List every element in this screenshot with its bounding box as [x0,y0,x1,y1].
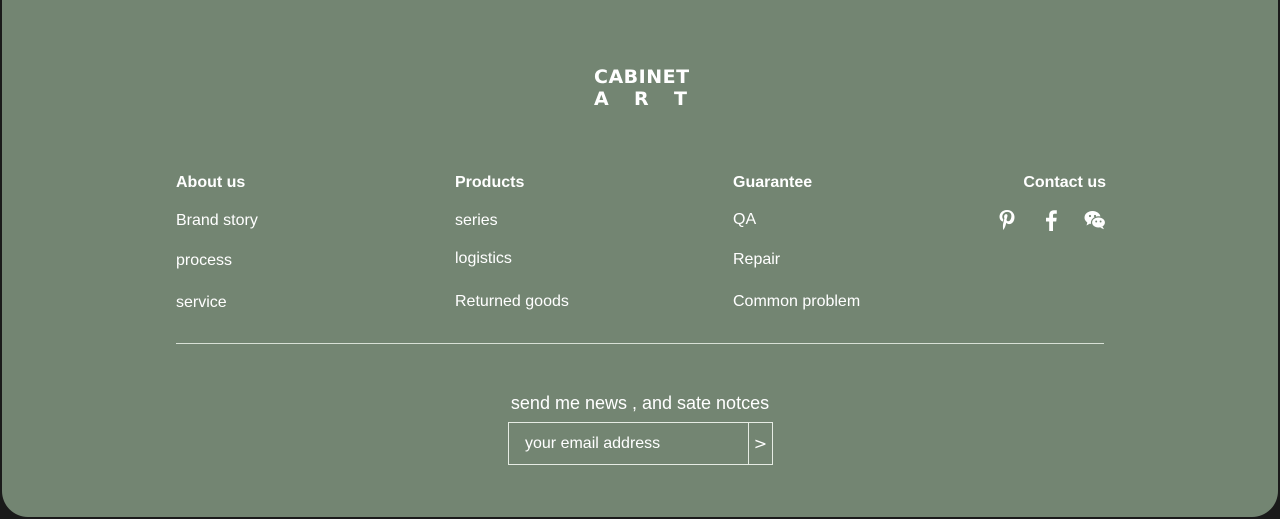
cabinet-art-logo[interactable]: CABINET A R T [594,66,690,110]
link-service[interactable]: service [176,293,227,313]
pinterest-icon[interactable] [996,209,1018,231]
footer-divider [176,343,1104,344]
column-title-contact: Contact us [1023,174,1106,191]
link-returned-goods[interactable]: Returned goods [455,292,569,312]
logo-letter: T [674,88,687,110]
footer-column-contact: Contact us [999,173,1106,231]
link-brand-story[interactable]: Brand story [176,211,258,231]
column-title-about: About us [176,174,246,191]
link-common-problem[interactable]: Common problem [733,292,860,312]
column-title-guarantee: Guarantee [733,174,813,191]
social-links [996,209,1106,231]
logo-line-2: A R T [594,88,687,110]
footer-column-products: Products series logistics Returned goods [455,173,569,310]
link-series[interactable]: series [455,211,498,231]
column-title-products: Products [455,174,525,191]
link-qa[interactable]: QA [733,210,756,230]
link-process[interactable]: process [176,251,232,271]
logo-line-1: CABINET [594,66,690,88]
facebook-icon[interactable] [1040,209,1062,231]
logo-letter: R [634,88,649,110]
footer-column-about: About us Brand story process service [176,173,258,311]
site-footer: CABINET A R T About us Brand story proce… [2,0,1278,517]
newsletter-label: send me news , and sate notces [510,393,770,413]
link-logistics[interactable]: logistics [455,249,512,269]
footer-column-guarantee: Guarantee QA Repair Common problem [733,173,860,310]
chevron-right-icon: > [753,434,768,453]
logo-letter: A [594,88,609,110]
link-repair[interactable]: Repair [733,250,780,270]
newsletter-form: > [508,422,773,465]
subscribe-submit-button[interactable]: > [748,423,772,464]
email-input[interactable] [509,423,748,464]
wechat-icon[interactable] [1084,209,1106,231]
